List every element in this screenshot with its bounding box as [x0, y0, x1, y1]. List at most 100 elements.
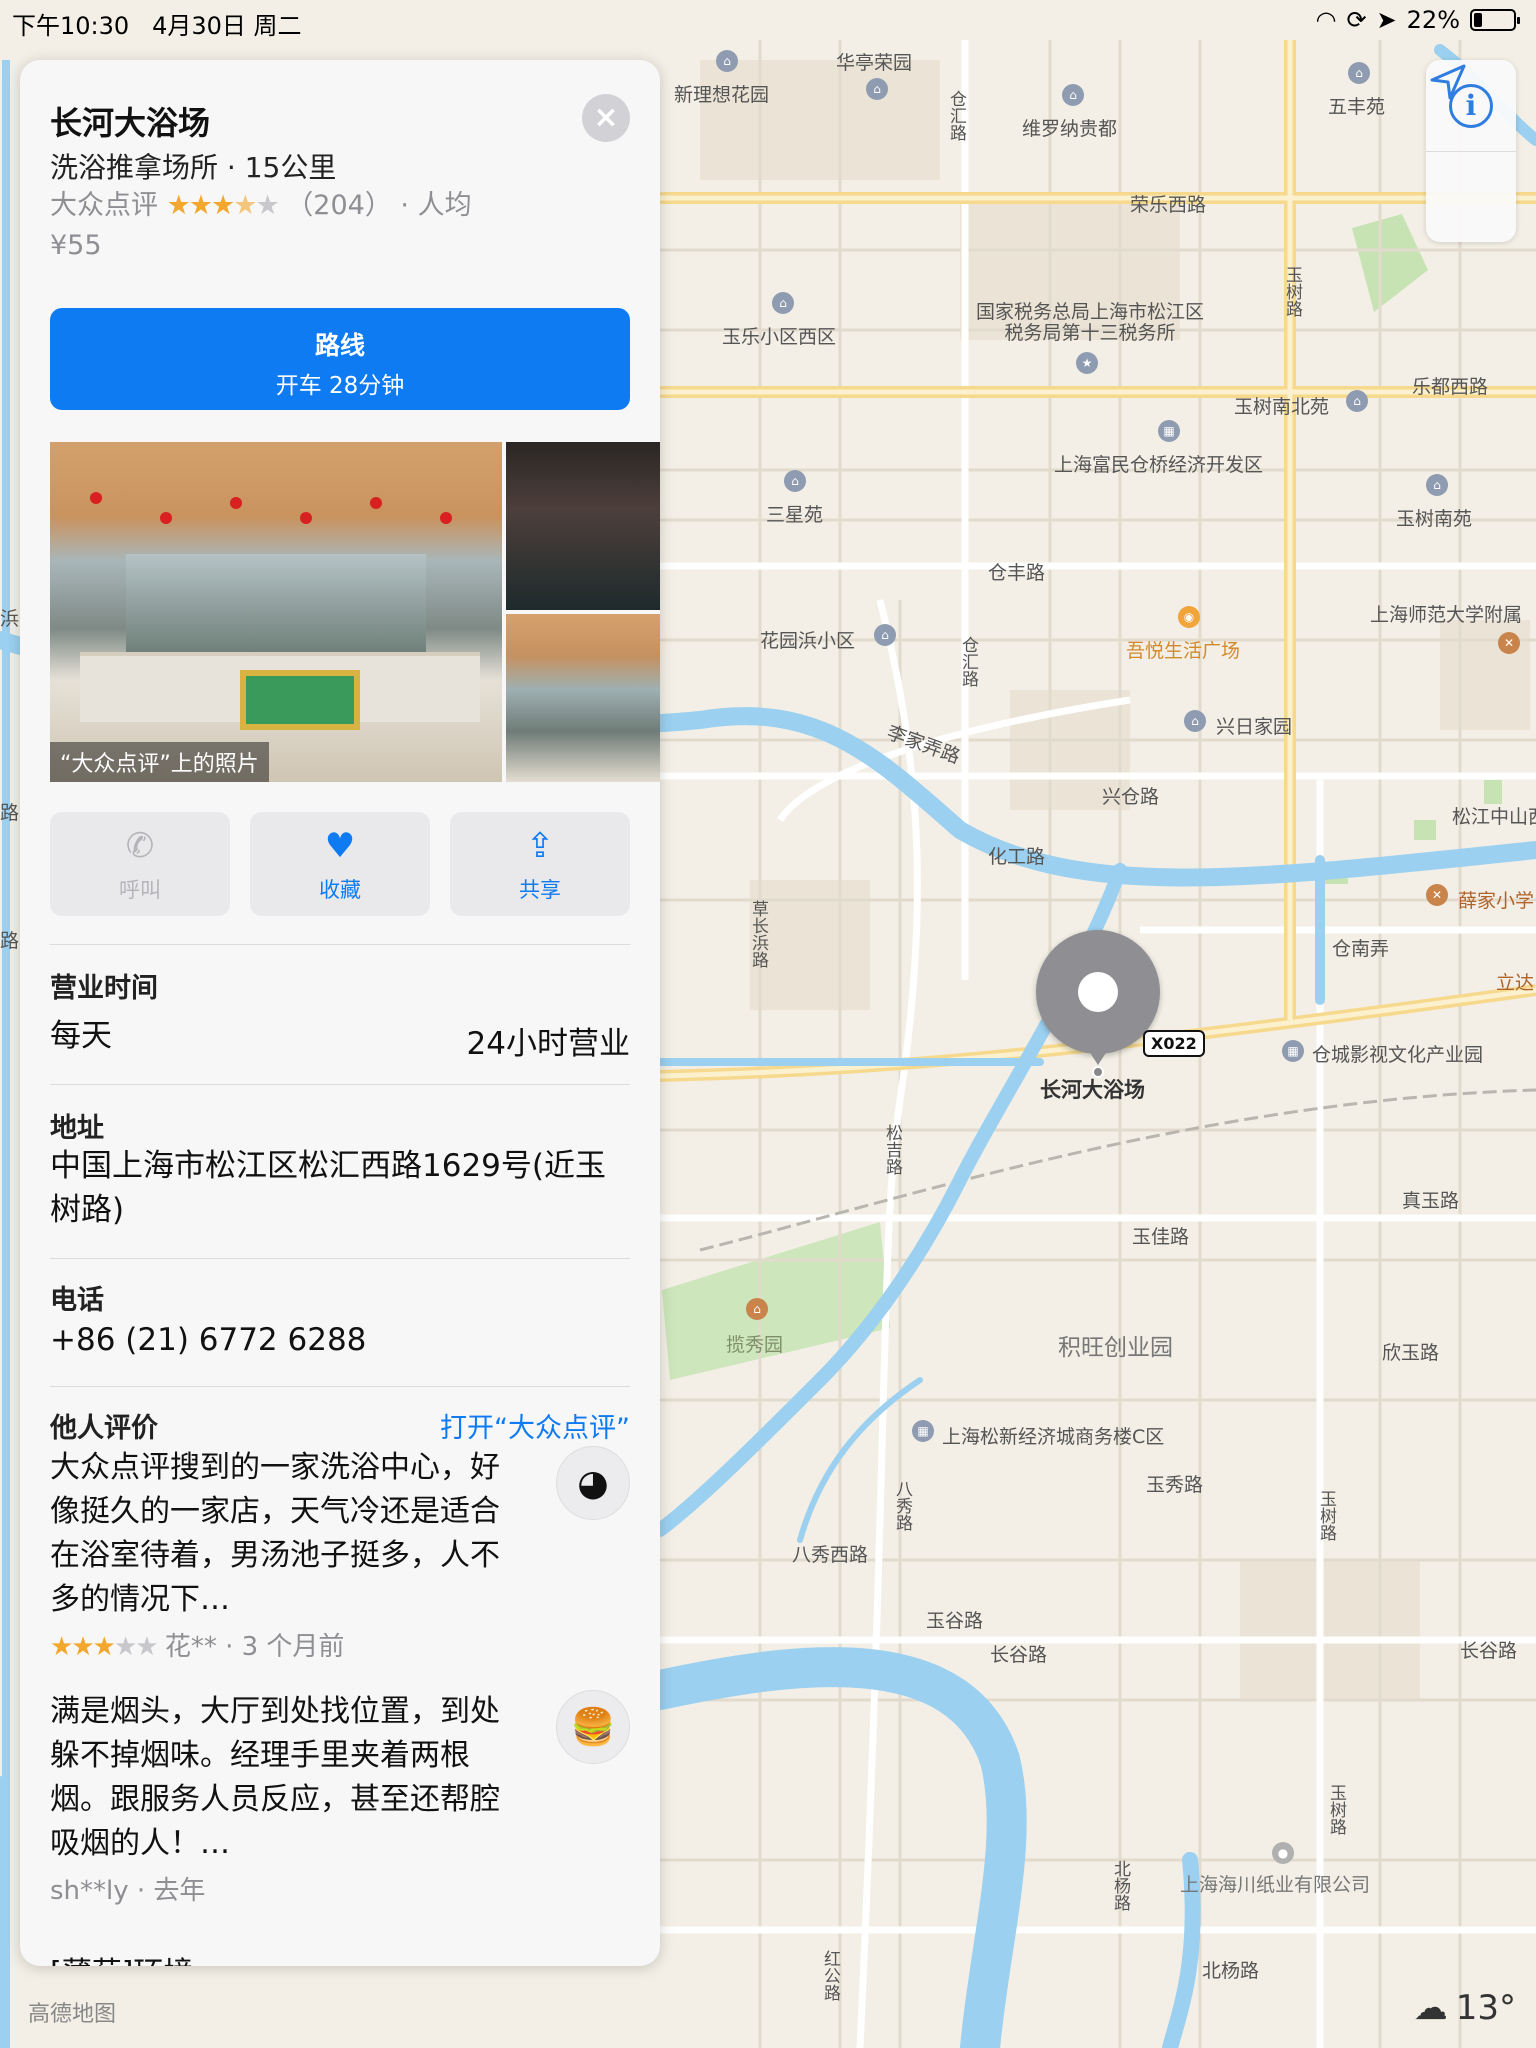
- share-button[interactable]: ⇪ 共享: [450, 812, 630, 916]
- divider: [50, 1084, 630, 1085]
- review-item[interactable]: 大众点评搜到的一家洗浴中心，好像挺久的一家店，天气冷还是适合在浴室待着，男汤池子…: [50, 1446, 630, 1663]
- directions-detail: 开车 28分钟: [275, 373, 405, 399]
- poi-icon[interactable]: ⌂: [1346, 390, 1368, 412]
- map-label: 兴日家园: [1216, 716, 1293, 738]
- review-item[interactable]: 满是烟头，大厅到处找位置，到处躲不掉烟味。经理手里夹着两根烟。跟服务人员反应，甚…: [50, 1690, 630, 1907]
- school-icon[interactable]: ✕: [1426, 884, 1448, 906]
- map-label: 华亭荣园: [836, 52, 913, 74]
- place-card[interactable]: 长河大浴场 × 洗浴推拿场所 · 15公里 大众点评 ★★★★★ （204） ·…: [20, 60, 660, 1966]
- lantern: [160, 512, 172, 524]
- map-label: 仓南弄: [1332, 938, 1390, 960]
- road-shield: X022: [1143, 1030, 1205, 1057]
- rating-count: （204）: [286, 190, 392, 221]
- phone-number[interactable]: +86 (21) 6772 6288: [50, 1318, 366, 1362]
- map-label: 揽秀园: [726, 1334, 784, 1356]
- map-label: 玉树南北苑: [1234, 396, 1330, 418]
- hours-day: 每天: [50, 1018, 112, 1054]
- lantern: [440, 512, 452, 524]
- star-icon: ★: [166, 190, 191, 221]
- hours-value: 24小时营业: [466, 1026, 630, 1062]
- map-label: 八秀路: [892, 1480, 912, 1531]
- map-label: 玉秀路: [1146, 1474, 1204, 1496]
- call-button[interactable]: ✆ 呼叫: [50, 812, 230, 916]
- poi-icon[interactable]: ●: [1272, 1842, 1294, 1864]
- map-label: 吾悦生活广场: [1126, 640, 1241, 662]
- star-icon: ★: [188, 190, 213, 221]
- map-label: 长谷路: [1460, 1640, 1518, 1662]
- divider: [50, 1386, 630, 1387]
- poi-icon[interactable]: ▦: [1158, 420, 1180, 442]
- map-attribution: 高德地图: [28, 2002, 117, 2027]
- action-buttons: ✆ 呼叫 ♥ 收藏 ⇪ 共享: [50, 812, 630, 916]
- map-label: 长谷路: [990, 1644, 1048, 1666]
- photo-thumb-1[interactable]: [506, 442, 660, 610]
- map-label: 北杨路: [1110, 1860, 1130, 1911]
- directions-button[interactable]: 路线 开车 28分钟: [50, 308, 630, 410]
- rating-line: 大众点评 ★★★★★ （204） · 人均 ¥55: [50, 186, 570, 266]
- map-label: 仓城影视文化产业园: [1312, 1044, 1484, 1066]
- star-icon: ★: [92, 1632, 116, 1662]
- avatar: 🍔: [556, 1690, 630, 1764]
- star-icon: ★: [135, 1632, 158, 1662]
- close-button[interactable]: ×: [582, 94, 630, 142]
- poi-icon[interactable]: ▦: [1282, 1040, 1304, 1062]
- school-icon[interactable]: ✕: [1498, 632, 1520, 654]
- address-text[interactable]: 中国上海市松江区松汇西路1629号(近玉树路): [50, 1144, 630, 1232]
- map-controls: i: [1426, 60, 1516, 242]
- map-label: 国家税务总局上海市松江区税务局第十三税务所: [975, 301, 1204, 344]
- close-icon: ×: [593, 100, 619, 135]
- poi-icon[interactable]: ⌂: [772, 292, 794, 314]
- poi-icon[interactable]: ▦: [912, 1420, 934, 1442]
- review-meta: ★★★★★ 花** · 3 个月前: [50, 1626, 630, 1663]
- lantern: [230, 497, 242, 509]
- poi-icon[interactable]: ⌂: [784, 470, 806, 492]
- map-label: 欣玉路: [1382, 1342, 1440, 1364]
- photo-thumb-2[interactable]: [506, 614, 660, 782]
- call-label: 呼叫: [119, 878, 161, 902]
- poi-icon[interactable]: ⌂: [1062, 84, 1084, 106]
- divider: [50, 1258, 630, 1259]
- favorite-button[interactable]: ♥ 收藏: [250, 812, 430, 916]
- shopping-icon[interactable]: ◉: [1178, 606, 1200, 628]
- map-label: 北杨路: [1202, 1960, 1260, 1982]
- map-label: 红公路: [820, 1950, 840, 2001]
- map-label: 上海富民仓桥经济开发区: [1054, 454, 1264, 476]
- map-label: 兴仓路: [1102, 786, 1160, 808]
- lantern: [300, 512, 312, 524]
- pin-label[interactable]: 长河大浴场: [1040, 1074, 1145, 1104]
- address-header: 地址: [50, 1113, 104, 1144]
- weather-widget: ☁ 13°: [1414, 1988, 1516, 2028]
- map-label: 积旺创业园: [1058, 1335, 1173, 1361]
- map-label: 八秀西路: [792, 1544, 869, 1566]
- poi-icon[interactable]: ★: [1076, 352, 1098, 374]
- poi-icon[interactable]: ⌂: [1348, 62, 1370, 84]
- reviewer-avatar-icon: ◕: [577, 1462, 609, 1504]
- star-icon: ★: [233, 190, 257, 221]
- lantern: [90, 492, 102, 504]
- photo-gallery[interactable]: “大众点评”上的照片: [50, 442, 660, 782]
- poi-icon[interactable]: ⌂: [1426, 474, 1448, 496]
- map-label: 路: [0, 930, 20, 952]
- location-services-icon: ➤: [1376, 6, 1397, 34]
- battery-percent: 22%: [1406, 6, 1460, 34]
- poi-icon[interactable]: ⌂: [866, 78, 888, 100]
- poi-icon[interactable]: ⌂: [874, 624, 896, 646]
- price: ¥55: [50, 230, 102, 261]
- map-label: 立达: [1496, 972, 1535, 994]
- photo-main[interactable]: “大众点评”上的照片: [50, 442, 502, 782]
- selected-place-pin[interactable]: [1036, 930, 1160, 1054]
- location-arrow-icon: [1430, 64, 1466, 100]
- open-dianping-link[interactable]: 打开“大众点评”: [440, 1406, 630, 1445]
- locate-button[interactable]: [1426, 64, 1516, 242]
- cloud-rain-icon: ☁: [1413, 1988, 1448, 2028]
- poi-icon[interactable]: ⌂: [716, 50, 738, 72]
- map-label: 上海松新经济城商务楼C区: [942, 1426, 1165, 1448]
- photo-stand: [240, 670, 360, 730]
- review-stars: ★★★★★: [50, 1632, 159, 1662]
- map-label: 花园浜小区: [760, 630, 856, 652]
- poi-icon[interactable]: ⌂: [1184, 710, 1206, 732]
- directions-label: 路线: [314, 331, 365, 360]
- map-label: 玉佳路: [1132, 1226, 1190, 1248]
- map-label: 玉谷路: [926, 1610, 984, 1632]
- park-icon[interactable]: ⌂: [746, 1298, 768, 1320]
